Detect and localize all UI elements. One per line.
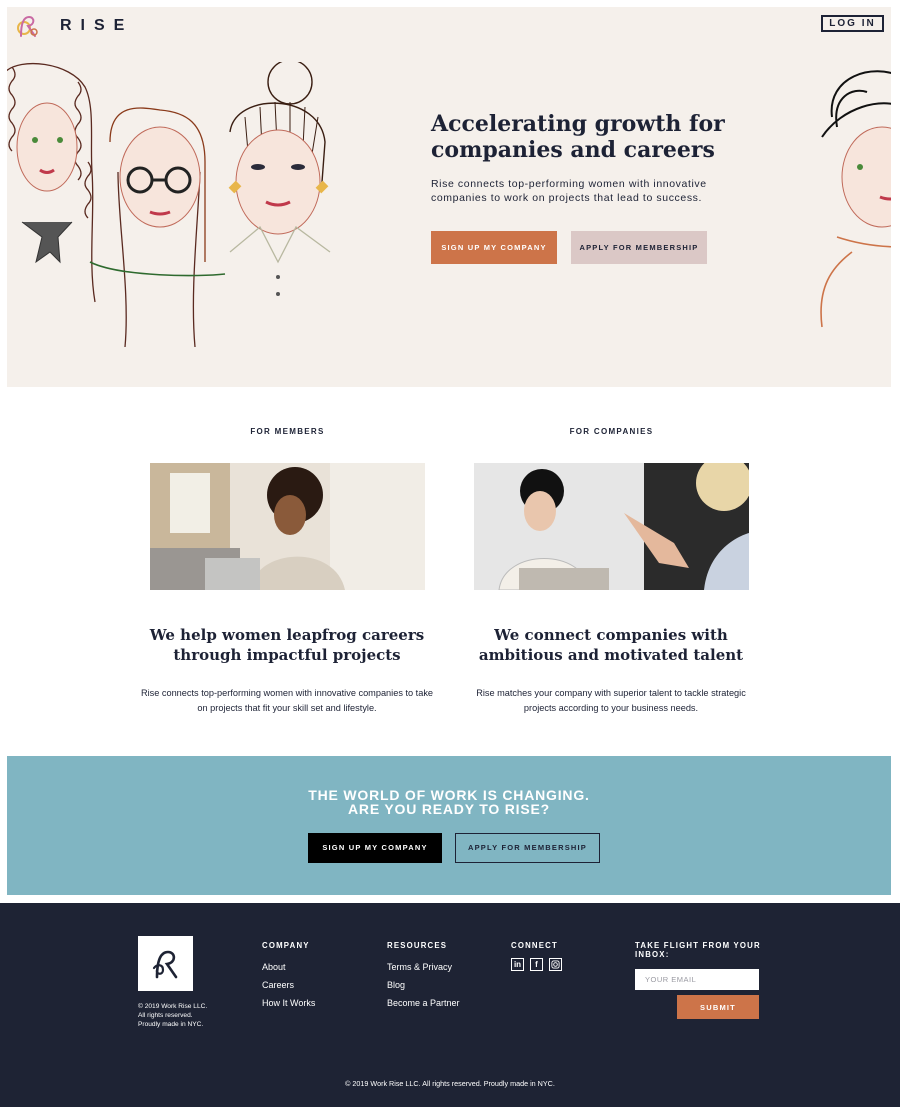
rise-monogram-icon xyxy=(152,950,177,978)
footer-resources-column: RESOURCES Terms & Privacy Blog Become a … xyxy=(387,941,460,1012)
footer-copyright: © 2019 Work Rise LLC. All rights reserve… xyxy=(345,1079,555,1088)
footer-logo[interactable] xyxy=(138,936,193,991)
facebook-icon[interactable]: f xyxy=(530,958,543,971)
members-description: Rise connects top-performing women with … xyxy=(140,688,434,713)
rise-logo-icon xyxy=(17,15,38,37)
footer-connect-column: CONNECT in f xyxy=(511,941,562,971)
footer-resources-title: RESOURCES xyxy=(387,941,448,950)
companies-photo xyxy=(474,463,749,590)
legal-line: © 2019 Work Rise LLC. xyxy=(138,1003,208,1010)
footer-link-become-partner[interactable]: Become a Partner xyxy=(387,994,460,1012)
cta-banner: THE WORLD OF WORK IS CHANGING. ARE YOU R… xyxy=(7,756,891,895)
newsletter-submit-button[interactable]: SUBMIT xyxy=(677,995,759,1019)
hero-subtitle: Rise connects top-performing women with … xyxy=(431,178,707,204)
cta-apply-membership-button[interactable]: APPLY FOR MEMBERSHIP xyxy=(455,833,600,863)
footer-link-terms-privacy[interactable]: Terms & Privacy xyxy=(387,958,460,976)
newsletter-title: TAKE FLIGHT FROM YOUR INBOX: xyxy=(635,941,761,959)
footer: © 2019 Work Rise LLC. All rights reserve… xyxy=(0,903,900,1107)
woman-short-hair-illustration xyxy=(820,70,891,328)
footer-legal: © 2019 Work Rise LLC. All rights reserve… xyxy=(138,1002,248,1029)
cta-sign-up-company-button[interactable]: SIGN UP MY COMPANY xyxy=(308,833,442,863)
women-illustration xyxy=(7,62,331,348)
footer-link-careers[interactable]: Careers xyxy=(262,976,315,994)
cta-title-line-2: ARE YOU READY TO RISE? xyxy=(348,801,550,817)
hero-sign-up-company-button[interactable]: SIGN UP MY COMPANY xyxy=(431,231,557,264)
logo[interactable]: RISE xyxy=(14,12,133,40)
linkedin-icon[interactable]: in xyxy=(511,958,524,971)
for-companies-label: FOR COMPANIES xyxy=(569,427,654,436)
social-links: in f xyxy=(511,958,562,971)
members-photo xyxy=(150,463,425,590)
for-members-label: FOR MEMBERS xyxy=(250,427,325,436)
hero-section: RISE LOG IN Accelerating growth for comp… xyxy=(7,7,891,387)
footer-link-about[interactable]: About xyxy=(262,958,315,976)
cta-title: THE WORLD OF WORK IS CHANGING. ARE YOU R… xyxy=(7,788,891,816)
brand-name: RISE xyxy=(60,17,134,34)
hero-apply-membership-button[interactable]: APPLY FOR MEMBERSHIP xyxy=(571,231,707,264)
legal-line: All rights reserved. xyxy=(138,1012,193,1019)
hero-title: Accelerating growth for companies and ca… xyxy=(431,111,725,163)
cta-title-line-1: THE WORLD OF WORK IS CHANGING. xyxy=(308,787,590,803)
footer-link-how-it-works[interactable]: How It Works xyxy=(262,994,315,1012)
companies-description: Rise matches your company with superior … xyxy=(476,688,746,713)
footer-connect-title: CONNECT xyxy=(511,941,558,950)
footer-company-title: COMPANY xyxy=(262,941,310,950)
instagram-icon[interactable] xyxy=(549,958,562,971)
login-button[interactable]: LOG IN xyxy=(821,15,884,32)
newsletter-email-input[interactable] xyxy=(635,969,759,990)
legal-line: Proudly made in NYC. xyxy=(138,1021,204,1028)
companies-heading: We connect companies with ambitious and … xyxy=(478,626,744,664)
footer-link-blog[interactable]: Blog xyxy=(387,976,460,994)
footer-company-column: COMPANY About Careers How It Works xyxy=(262,941,315,1012)
members-heading: We help women leapfrog careers through i… xyxy=(149,626,425,664)
